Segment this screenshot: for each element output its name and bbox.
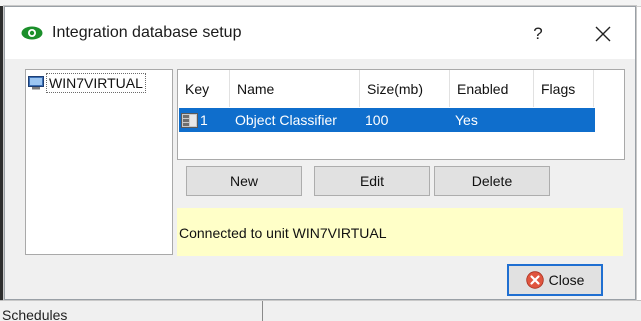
background-schedules-label: Schedules <box>2 307 68 321</box>
eye-icon <box>21 26 43 40</box>
table-row[interactable]: 1 Object Classifier 100 Yes <box>179 108 595 132</box>
cell-key: 1 <box>179 112 230 128</box>
column-header-size[interactable]: Size(mb) <box>360 70 450 107</box>
database-icon <box>181 112 198 128</box>
status-panel: Connected to unit WIN7VIRTUAL <box>177 208 623 256</box>
new-button[interactable]: New <box>186 166 302 196</box>
help-label: ? <box>533 24 543 43</box>
help-button[interactable]: ? <box>523 19 553 49</box>
background-window-bottom: Schedules <box>0 300 641 321</box>
title-bar[interactable]: Integration database setup ? <box>5 7 635 59</box>
close-icon <box>595 26 611 42</box>
row-key: 1 <box>200 112 208 128</box>
row-size: 100 <box>365 112 389 128</box>
computer-icon <box>28 76 44 90</box>
background-divider <box>262 301 263 321</box>
row-name: Object Classifier <box>235 112 337 128</box>
delete-button[interactable]: Delete <box>434 166 550 196</box>
unit-item-label: WIN7VIRTUAL <box>46 73 146 93</box>
new-button-label: New <box>229 173 258 189</box>
database-table[interactable]: Key Name Size(mb) Enabled Flags 1 Object… <box>177 69 625 160</box>
column-header-name[interactable]: Name <box>230 70 360 107</box>
row-enabled: Yes <box>455 112 478 128</box>
unit-list-item[interactable]: WIN7VIRTUAL <box>28 72 146 94</box>
close-window-button[interactable] <box>588 19 618 49</box>
close-button[interactable]: Close <box>507 264 603 296</box>
column-header-flags[interactable]: Flags <box>534 70 594 107</box>
delete-button-label: Delete <box>471 173 513 189</box>
dialog-title: Integration database setup <box>52 24 242 41</box>
edit-button-label: Edit <box>359 173 385 189</box>
status-text: Connected to unit WIN7VIRTUAL <box>179 225 387 241</box>
column-header-key[interactable]: Key <box>178 70 230 107</box>
unit-list[interactable]: WIN7VIRTUAL <box>25 69 173 255</box>
cancel-circle-icon <box>525 271 544 289</box>
integration-database-dialog: Integration database setup ? WIN7VIRTUAL… <box>4 6 636 300</box>
column-header-enabled[interactable]: Enabled <box>450 70 534 107</box>
edit-button[interactable]: Edit <box>314 166 430 196</box>
close-button-label: Close <box>548 272 585 288</box>
table-header: Key Name Size(mb) Enabled Flags <box>178 70 594 107</box>
